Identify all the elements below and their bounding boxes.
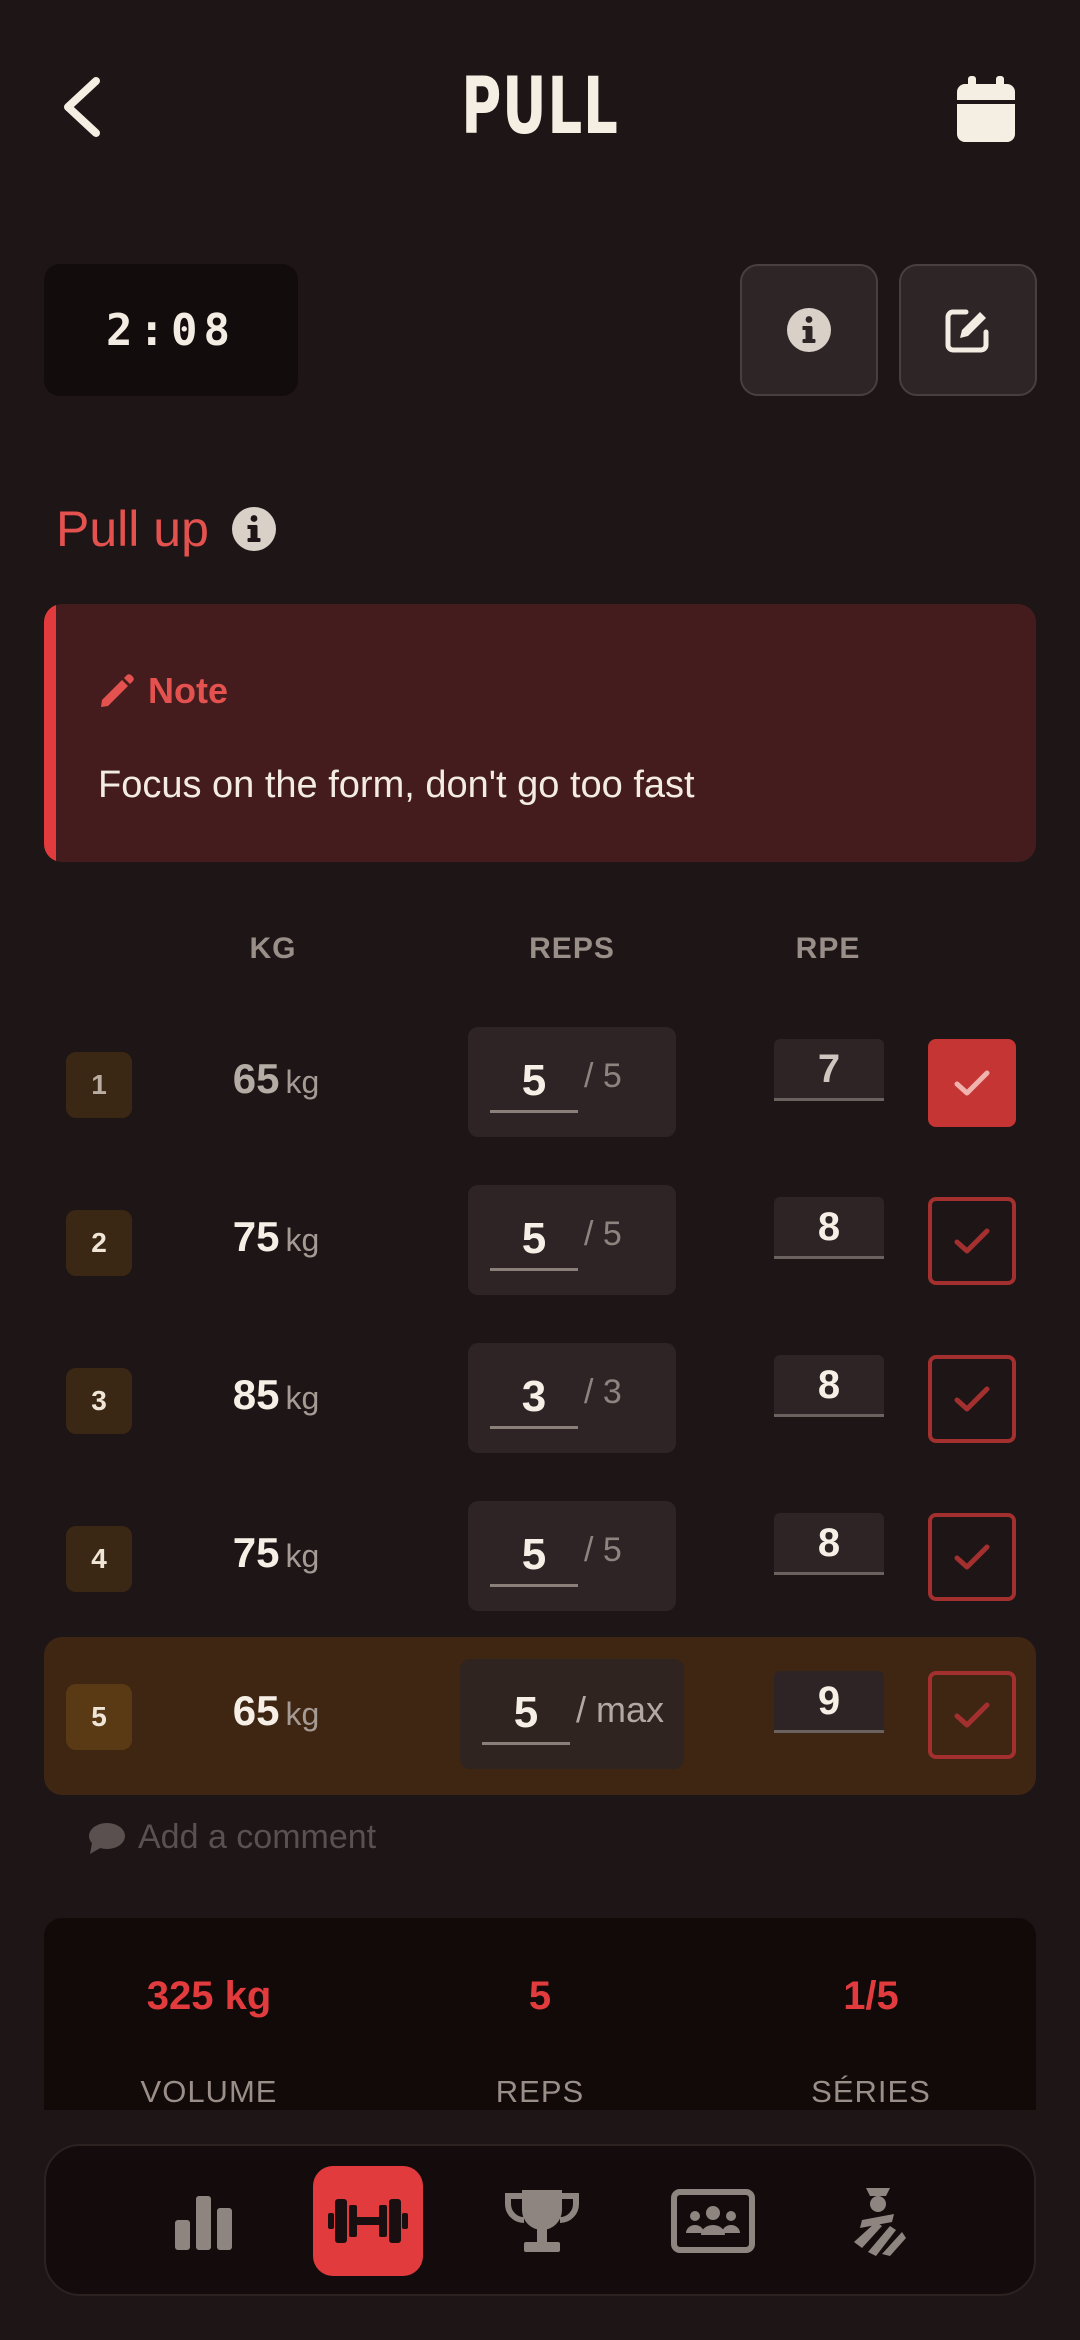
set-row: 2 75 kg 5 / 5 8 <box>44 1163 1036 1321</box>
edit-icon <box>945 309 989 353</box>
exercise-name: Pull up <box>56 501 209 557</box>
set-complete-checkbox[interactable] <box>928 1197 1016 1285</box>
nav-workout[interactable] <box>313 2166 423 2276</box>
set-weight[interactable]: 75 kg <box>186 1213 366 1261</box>
note-text: Focus on the form, don't go too fast <box>98 764 695 806</box>
set-complete-checkbox[interactable] <box>928 1039 1016 1127</box>
reps-input[interactable]: 5 <box>490 1523 578 1587</box>
set-weight[interactable]: 65 kg <box>186 1687 366 1735</box>
trophy-icon <box>505 2190 579 2252</box>
set-number: 2 <box>66 1210 132 1276</box>
weight-unit: kg <box>285 1222 320 1258</box>
reps-box: 3 / 3 <box>468 1343 676 1453</box>
info-icon[interactable] <box>231 506 277 552</box>
weight-value: 65 <box>232 1055 280 1102</box>
nav-stats[interactable] <box>149 2166 259 2276</box>
exercise-info-button[interactable] <box>740 264 878 396</box>
bottom-navigation <box>44 2144 1036 2296</box>
reps-input[interactable]: 3 <box>490 1365 578 1429</box>
weight-unit: kg <box>285 1538 320 1574</box>
reps-input[interactable]: 5 <box>482 1681 570 1745</box>
pencil-icon <box>101 674 134 707</box>
calendar-button[interactable] <box>955 76 1017 144</box>
workout-summary: 325 kg VOLUME 5 REPS 1/5 SÉRIES <box>44 1918 1036 2110</box>
weight-unit: kg <box>285 1380 320 1416</box>
set-number: 5 <box>66 1684 132 1750</box>
set-complete-checkbox[interactable] <box>928 1355 1016 1443</box>
set-number: 1 <box>66 1052 132 1118</box>
check-icon <box>954 1386 990 1412</box>
set-complete-checkbox[interactable] <box>928 1671 1016 1759</box>
set-row: 3 85 kg 3 / 3 8 <box>44 1321 1036 1479</box>
check-icon <box>954 1070 990 1096</box>
reps-box: 5 / 5 <box>468 1501 676 1611</box>
comment-icon <box>89 1822 125 1854</box>
reps-target: / max <box>576 1689 665 1730</box>
info-icon <box>787 308 831 352</box>
column-reps: REPS <box>529 932 615 965</box>
note-heading: Note <box>98 670 228 712</box>
reps-value: 5 <box>528 1974 552 2018</box>
reps-target: / 5 <box>584 1057 622 1095</box>
back-button[interactable] <box>52 72 112 142</box>
check-icon <box>954 1228 990 1254</box>
stats-icon <box>175 2196 232 2250</box>
set-row: 1 65 kg 5 / 5 7 <box>44 1005 1036 1163</box>
rest-timer[interactable]: 2:08 <box>44 264 298 396</box>
set-number: 4 <box>66 1526 132 1592</box>
edit-workout-button[interactable] <box>899 264 1037 396</box>
check-icon <box>954 1544 990 1570</box>
reps-label: REPS <box>495 2074 585 2109</box>
volume-label: VOLUME <box>140 2074 278 2109</box>
rpe-input[interactable]: 8 <box>774 1197 884 1259</box>
reps-box: 5 / 5 <box>468 1185 676 1295</box>
weight-value: 85 <box>232 1371 280 1418</box>
rpe-input[interactable]: 8 <box>774 1355 884 1417</box>
add-comment-button[interactable]: Add a comment <box>88 1818 376 1857</box>
reps-target: / 3 <box>584 1373 622 1411</box>
reps-target: / 5 <box>584 1531 622 1569</box>
reps-input[interactable]: 5 <box>490 1207 578 1271</box>
column-rpe: RPE <box>795 932 861 965</box>
exercise-header: Pull up <box>56 500 277 558</box>
chevron-left-icon <box>64 77 100 137</box>
set-row-active: 5 65 kg 5 / max 9 <box>44 1637 1036 1795</box>
note-accent-bar <box>44 604 56 862</box>
weight-value: 75 <box>232 1213 280 1260</box>
nav-profile[interactable] <box>823 2166 933 2276</box>
reps-input[interactable]: 5 <box>490 1049 578 1113</box>
reps-box: 5 / 5 <box>468 1027 676 1137</box>
set-row: 4 75 kg 5 / 5 8 <box>44 1479 1036 1637</box>
rpe-input[interactable]: 8 <box>774 1513 884 1575</box>
reps-target: / 5 <box>584 1215 622 1253</box>
column-kg: KG <box>249 932 297 965</box>
rpe-input[interactable]: 9 <box>774 1671 884 1733</box>
set-weight[interactable]: 65 kg <box>186 1055 366 1103</box>
dumbbell-icon <box>328 2199 408 2243</box>
set-weight[interactable]: 85 kg <box>186 1371 366 1419</box>
volume-value: 325 kg <box>146 1974 272 2018</box>
athlete-icon <box>854 2188 906 2256</box>
page-title: PULL <box>461 62 619 152</box>
note-heading-label: Note <box>148 670 228 711</box>
weight-value: 65 <box>232 1687 280 1734</box>
add-comment-label: Add a comment <box>138 1818 377 1856</box>
weight-value: 75 <box>232 1529 280 1576</box>
check-icon <box>954 1702 990 1728</box>
set-number: 3 <box>66 1368 132 1434</box>
rpe-input[interactable]: 7 <box>774 1039 884 1101</box>
group-icon <box>671 2189 755 2253</box>
weight-unit: kg <box>285 1696 320 1732</box>
nav-community[interactable] <box>658 2166 768 2276</box>
note-card: Note Focus on the form, don't go too fas… <box>44 604 1036 862</box>
reps-box: 5 / max <box>460 1659 684 1769</box>
set-weight[interactable]: 75 kg <box>186 1529 366 1577</box>
series-label: SÉRIES <box>811 2074 931 2109</box>
set-complete-checkbox[interactable] <box>928 1513 1016 1601</box>
nav-trophies[interactable] <box>487 2166 597 2276</box>
series-value: 1/5 <box>843 1974 899 2018</box>
workout-screen: PULL 2:08 Pull up Note Focus on the form… <box>0 0 1080 2340</box>
calendar-icon <box>957 76 1015 142</box>
weight-unit: kg <box>285 1064 320 1100</box>
